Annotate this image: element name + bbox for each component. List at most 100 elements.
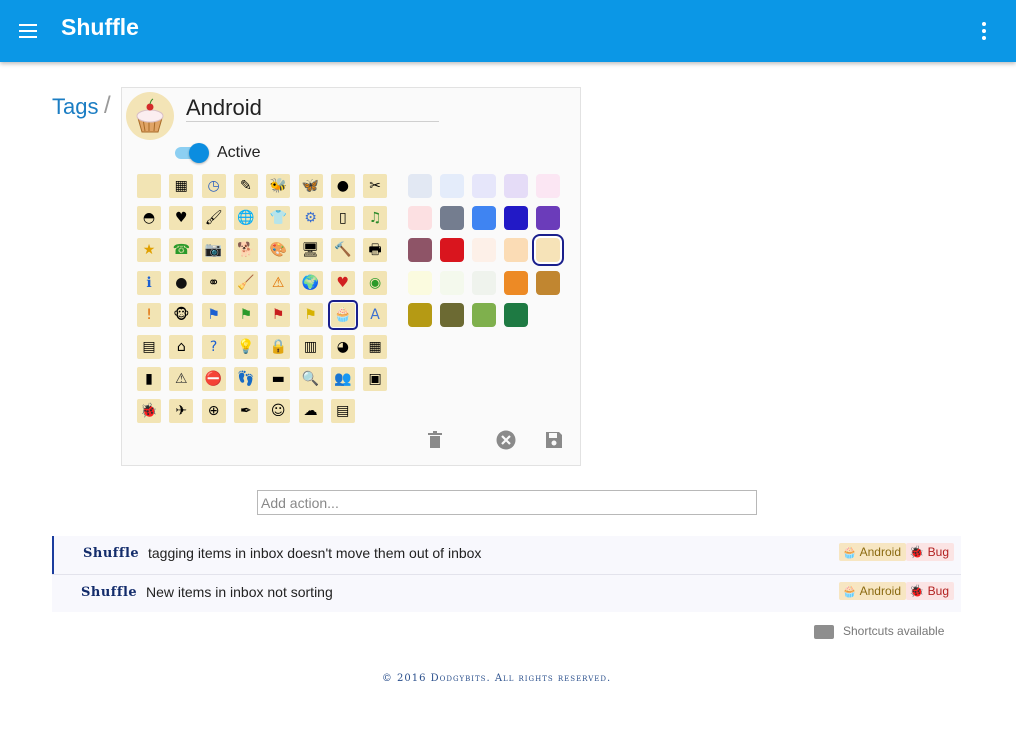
phone-handset-icon[interactable]: ▮ (137, 367, 161, 392)
active-toggle[interactable] (175, 143, 209, 163)
helmet-icon[interactable]: ◓ (137, 206, 161, 231)
flag-blue-icon[interactable]: ⚑ (201, 302, 226, 327)
menu-icon[interactable] (16, 19, 42, 43)
more-vert-icon[interactable] (972, 20, 996, 42)
calendar-note-icon[interactable]: ▥ (298, 335, 323, 359)
color-swatch[interactable] (472, 206, 496, 231)
letter-a-icon[interactable]: A (363, 302, 388, 327)
hammer-icon[interactable]: 🔨 (330, 238, 355, 263)
butterfly-icon[interactable]: 🦋 (298, 174, 323, 198)
tag-name-input[interactable] (186, 94, 439, 122)
color-swatch[interactable] (504, 238, 528, 263)
pie-chart-icon[interactable]: ◕ (330, 335, 355, 359)
color-swatch[interactable] (440, 302, 464, 327)
save-button[interactable] (543, 429, 565, 451)
eightball-icon[interactable]: ● (169, 270, 194, 295)
caution-icon[interactable]: ⚠ (169, 367, 194, 392)
calendar-icon[interactable]: ▦ (363, 335, 388, 359)
color-swatch[interactable] (472, 174, 496, 198)
color-swatch[interactable] (504, 174, 528, 198)
stop-icon[interactable]: ⛔ (201, 367, 226, 392)
cupcake-icon[interactable]: 🧁 (327, 299, 358, 330)
task-row[interactable]: Shuffle tagging items in inbox doesn't m… (52, 536, 961, 574)
color-swatch[interactable] (536, 270, 560, 295)
color-swatch[interactable] (536, 174, 560, 198)
help-icon[interactable]: ? (201, 335, 226, 359)
color-swatch[interactable] (440, 270, 464, 295)
monkey-icon[interactable]: 🐵 (169, 302, 194, 327)
clock-icon[interactable]: ◷ (201, 174, 226, 198)
cloud-icon[interactable]: ☁ (298, 399, 323, 424)
flag-green-icon[interactable]: ⚑ (233, 302, 258, 327)
flag-red-icon[interactable]: ⚑ (266, 302, 291, 327)
color-swatch[interactable] (536, 238, 560, 263)
color-swatch[interactable] (440, 206, 464, 231)
tag-chip-bug[interactable]: 🐞 Bug (906, 543, 954, 561)
shirt-icon[interactable]: 👕 (266, 206, 291, 231)
lightbulb-icon[interactable]: 💡 (233, 335, 258, 359)
binoculars-icon[interactable]: ⚭ (201, 270, 226, 295)
document-icon[interactable]: ▤ (137, 335, 161, 359)
palette-icon[interactable]: 🎨 (266, 238, 291, 263)
broom-icon[interactable]: 🧹 (233, 270, 258, 295)
zoom-icon[interactable]: ⊕ (201, 399, 226, 424)
color-swatch[interactable] (408, 206, 432, 231)
contacts-icon[interactable]: ▤ (330, 399, 355, 424)
tag-chip-android[interactable]: 🧁 Android (839, 543, 906, 561)
brush-icon[interactable]: 🖌 (201, 206, 226, 231)
color-swatch[interactable] (408, 270, 432, 295)
music-icon[interactable]: ♫ (363, 206, 388, 231)
scissors-icon[interactable]: ✂ (363, 174, 388, 198)
phone-icon[interactable]: ☎ (169, 238, 194, 263)
book-icon[interactable]: ▬ (266, 367, 291, 392)
remote-icon[interactable]: ▯ (330, 206, 355, 231)
smiley-icon[interactable]: ☺ (266, 399, 291, 424)
ball-icon[interactable]: ● (330, 174, 355, 198)
earth-icon[interactable]: 🌍 (298, 270, 323, 295)
footprints-icon[interactable]: 👣 (233, 367, 258, 392)
ladybug-icon[interactable]: 🐞 (137, 399, 161, 424)
heart-icon[interactable]: ♥ (330, 270, 355, 295)
blank-icon[interactable] (137, 174, 161, 198)
cancel-button[interactable] (495, 429, 517, 451)
color-swatch[interactable] (440, 174, 464, 198)
flag-yellow-icon[interactable]: ⚑ (298, 302, 323, 327)
gear-icon[interactable]: ⚙ (298, 206, 323, 231)
globe-icon[interactable]: 🌐 (233, 206, 258, 231)
alert-icon[interactable]: ! (137, 302, 161, 327)
color-swatch[interactable] (408, 302, 432, 327)
lifebuoy-icon[interactable]: ◉ (363, 270, 388, 295)
calculator-icon[interactable]: ▦ (169, 174, 194, 198)
cards-icon[interactable]: ♥ (169, 206, 194, 231)
computer-icon[interactable]: 🖥 (298, 238, 323, 263)
pen-icon[interactable]: ✒ (233, 399, 258, 424)
notepad-icon[interactable]: ✎ (233, 174, 258, 198)
color-swatch[interactable] (440, 238, 464, 263)
dog-icon[interactable]: 🐕 (233, 238, 258, 263)
shortcuts-link[interactable]: Shortcuts available (843, 624, 944, 638)
star-icon[interactable]: ★ (137, 238, 161, 263)
breadcrumb-tags-link[interactable]: Tags (52, 94, 98, 120)
color-swatch[interactable] (408, 238, 432, 263)
warning-triangle-icon[interactable]: ⚠ (266, 270, 291, 295)
color-swatch[interactable] (472, 270, 496, 295)
airplane-icon[interactable]: ✈ (169, 399, 194, 424)
color-swatch[interactable] (504, 206, 528, 231)
magnifier-icon[interactable]: 🔍 (298, 367, 323, 392)
color-swatch[interactable] (408, 174, 432, 198)
delete-button[interactable] (424, 429, 446, 451)
color-swatch[interactable] (472, 238, 496, 263)
house-icon[interactable]: ⌂ (169, 335, 194, 359)
color-swatch[interactable] (472, 302, 496, 327)
camera-icon[interactable]: 📷 (201, 238, 226, 263)
people-icon[interactable]: 👥 (330, 367, 355, 392)
add-action-input[interactable] (257, 490, 757, 515)
color-swatch[interactable] (536, 206, 560, 231)
task-row[interactable]: Shuffle New items in inbox not sorting 🧁… (52, 574, 961, 612)
lock-icon[interactable]: 🔒 (266, 335, 291, 359)
tag-chip-android[interactable]: 🧁 Android (839, 582, 906, 600)
picture-icon[interactable]: ▣ (363, 367, 388, 392)
color-swatch[interactable] (504, 302, 528, 327)
info-icon[interactable]: ℹ (137, 270, 161, 295)
printer-icon[interactable]: 🖶 (363, 238, 388, 263)
